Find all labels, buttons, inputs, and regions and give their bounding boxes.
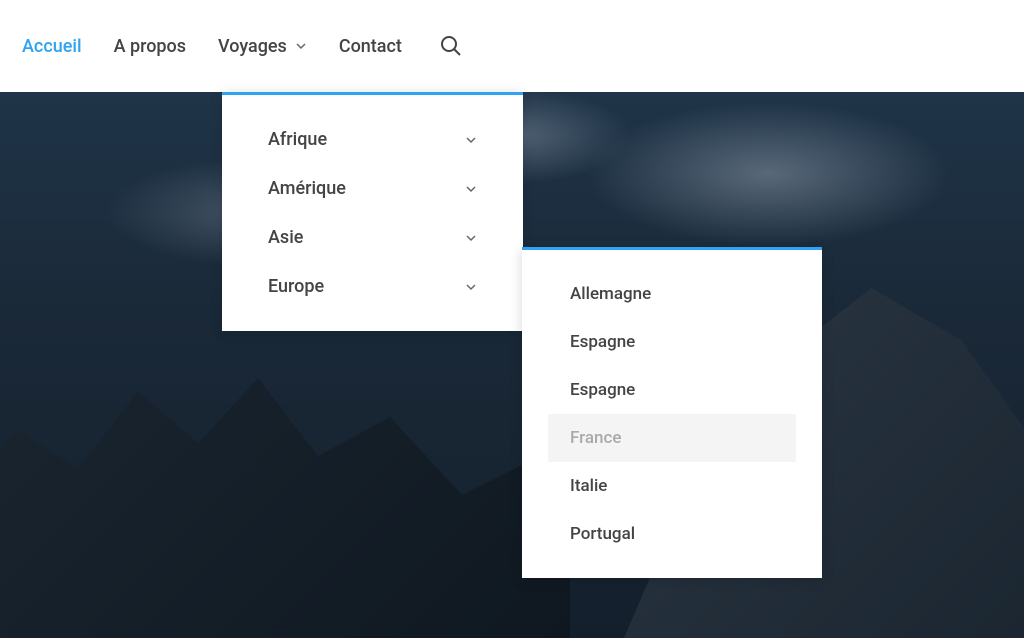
submenu-label: Espagne	[570, 332, 635, 352]
search-icon[interactable]	[440, 35, 462, 57]
nav-label: Voyages	[218, 36, 287, 57]
dropdown-item-asie[interactable]: Asie	[222, 213, 523, 262]
dropdown-label: Amérique	[268, 178, 346, 199]
nav-label: A propos	[114, 36, 186, 57]
submenu-label: France	[570, 428, 621, 448]
dropdown-item-afrique[interactable]: Afrique	[222, 115, 523, 164]
submenu-label: Espagne	[570, 380, 635, 400]
voyages-dropdown: Afrique Amérique Asie Europe	[222, 92, 523, 331]
dropdown-item-europe[interactable]: Europe	[222, 262, 523, 311]
europe-submenu: Allemagne Espagne Espagne France Italie …	[522, 247, 822, 578]
nav-label: Accueil	[22, 36, 82, 57]
submenu-item-espagne[interactable]: Espagne	[522, 318, 822, 366]
submenu-item-allemagne[interactable]: Allemagne	[522, 270, 822, 318]
chevron-down-icon	[465, 183, 477, 195]
submenu-item-espagne-2[interactable]: Espagne	[522, 366, 822, 414]
main-navbar: Accueil A propos Voyages Contact	[0, 0, 1024, 92]
dropdown-label: Europe	[268, 276, 324, 297]
submenu-label: Portugal	[570, 524, 635, 544]
mountain-front	[0, 378, 570, 638]
dropdown-label: Afrique	[268, 129, 327, 150]
chevron-down-icon	[295, 40, 307, 52]
dropdown-label: Asie	[268, 227, 303, 248]
nav-item-contact[interactable]: Contact	[339, 36, 402, 57]
nav-label: Contact	[339, 36, 402, 57]
submenu-label: Italie	[570, 476, 607, 496]
nav-item-apropos[interactable]: A propos	[114, 36, 186, 57]
nav-item-accueil[interactable]: Accueil	[22, 36, 82, 57]
submenu-item-italie[interactable]: Italie	[522, 462, 822, 510]
chevron-down-icon	[465, 281, 477, 293]
dropdown-item-amerique[interactable]: Amérique	[222, 164, 523, 213]
chevron-down-icon	[465, 232, 477, 244]
chevron-down-icon	[465, 134, 477, 146]
mountain-scenery	[0, 318, 1024, 638]
submenu-item-portugal[interactable]: Portugal	[522, 510, 822, 558]
submenu-item-france[interactable]: France	[548, 414, 796, 462]
nav-item-voyages[interactable]: Voyages	[218, 36, 307, 57]
submenu-label: Allemagne	[570, 284, 651, 304]
